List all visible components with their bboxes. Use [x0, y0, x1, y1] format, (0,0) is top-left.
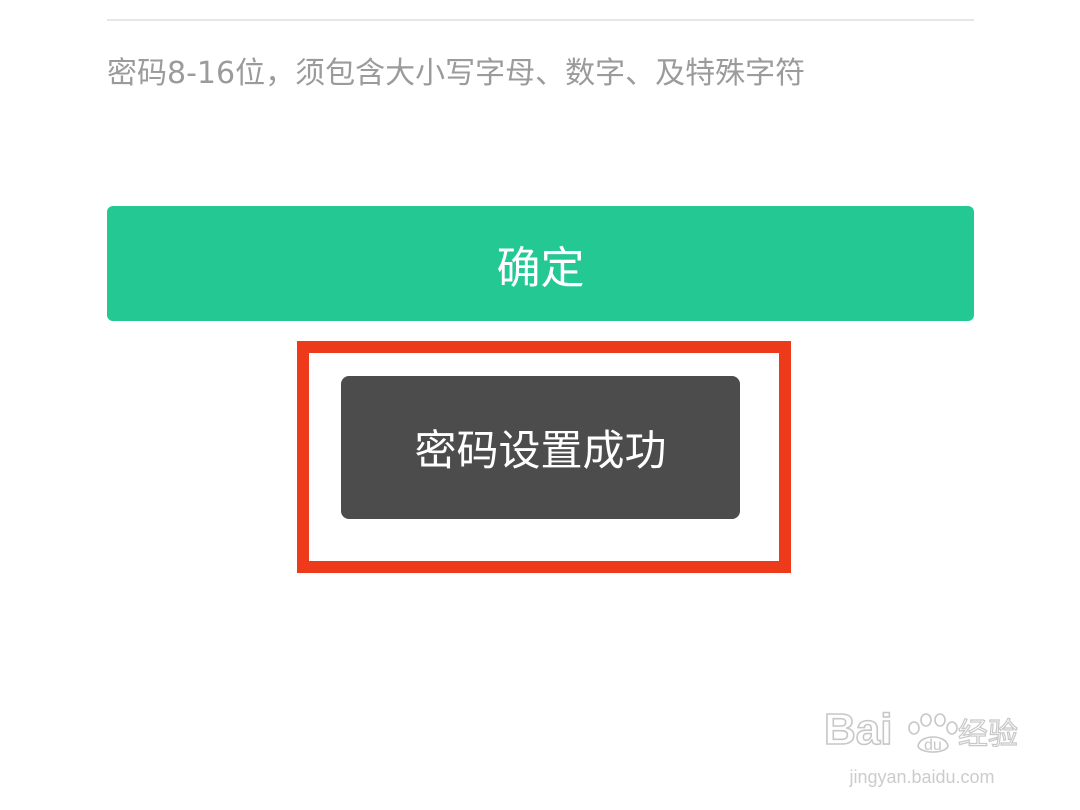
svg-text:经验: 经验 [958, 717, 1018, 752]
svg-text:du: du [924, 737, 942, 754]
success-toast: 密码设置成功 [341, 376, 740, 519]
watermark-url: jingyan.baidu.com [849, 767, 995, 787]
confirm-button[interactable]: 确定 [107, 206, 974, 321]
confirm-button-label: 确定 [496, 242, 585, 294]
input-underline-divider [107, 19, 974, 21]
password-setup-screen: 密码8-16位，须包含大小写字母、数字、及特殊字符 确定 密码设置成功 Bai … [0, 0, 1080, 810]
baidu-jingyan-watermark: Bai du 经验 jingyan.baidu.com [822, 698, 1022, 788]
toast-message: 密码设置成功 [414, 426, 667, 475]
svg-text:Bai: Bai [824, 705, 892, 754]
baidu-paw-logo-icon: Bai du 经验 [823, 704, 1018, 755]
password-hint-text: 密码8-16位，须包含大小写字母、数字、及特殊字符 [107, 56, 806, 91]
